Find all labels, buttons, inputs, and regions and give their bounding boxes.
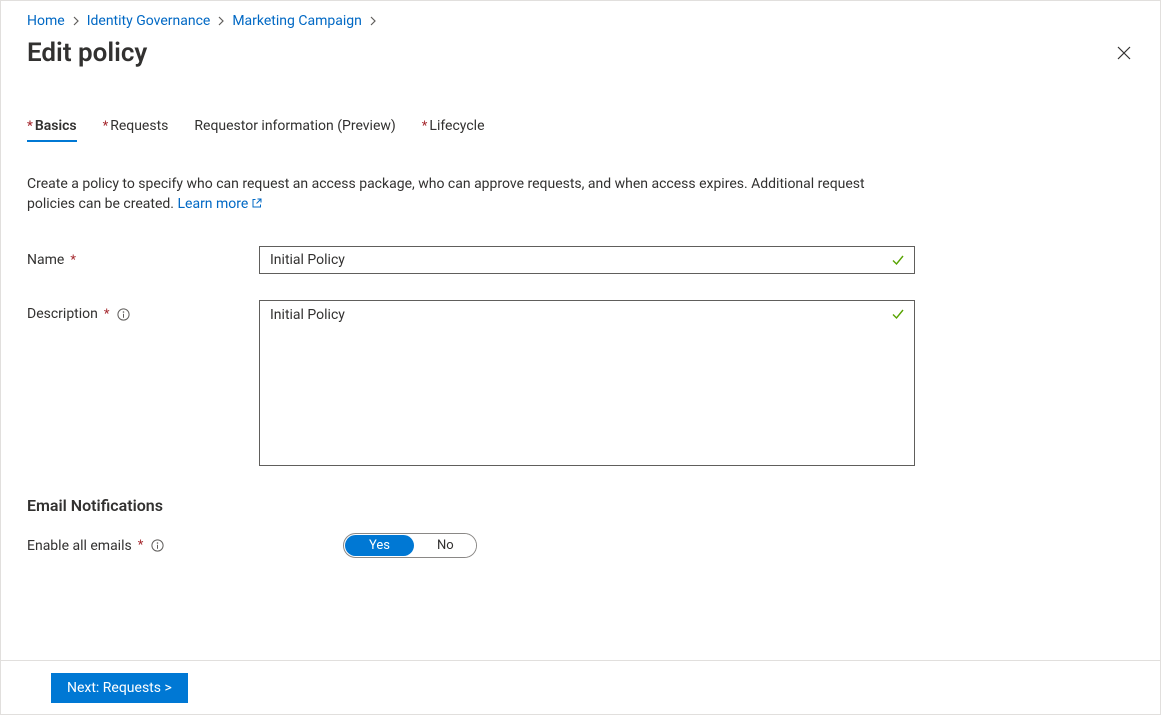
tab-label: Requestor information (Preview) [194, 118, 395, 134]
required-star-icon: * [70, 253, 76, 268]
next-requests-button[interactable]: Next: Requests > [51, 673, 188, 703]
description-label: Description [27, 306, 98, 322]
enable-all-emails-label: Enable all emails [27, 538, 132, 554]
required-star-icon: * [138, 538, 144, 553]
name-input[interactable] [259, 246, 915, 274]
intro-text-content: Create a policy to specify who can reque… [27, 176, 865, 212]
description-input[interactable]: Initial Policy [259, 300, 915, 466]
page-title: Edit policy [27, 38, 147, 68]
tab-bar: *Basics *Requests Requestor information … [1, 70, 1160, 142]
breadcrumb-item-home[interactable]: Home [27, 13, 65, 29]
tab-label: Lifecycle [429, 118, 484, 134]
breadcrumb-item-identity-governance[interactable]: Identity Governance [87, 13, 211, 29]
tab-label: Basics [35, 118, 77, 134]
tab-requestor-information[interactable]: Requestor information (Preview) [194, 118, 395, 142]
info-icon[interactable] [117, 308, 130, 321]
info-icon[interactable] [151, 539, 164, 552]
required-star-icon: * [422, 119, 428, 134]
footer-bar: Next: Requests > [1, 660, 1160, 714]
required-star-icon: * [104, 307, 110, 322]
tab-lifecycle[interactable]: *Lifecycle [422, 118, 485, 142]
chevron-right-icon [216, 16, 226, 26]
tab-label: Requests [110, 118, 168, 134]
close-button[interactable] [1110, 39, 1138, 70]
required-star-icon: * [103, 119, 109, 134]
tab-requests[interactable]: *Requests [103, 118, 169, 142]
valid-check-icon [891, 253, 905, 271]
valid-check-icon [891, 307, 905, 325]
toggle-option-no[interactable]: No [415, 534, 476, 557]
name-label: Name [27, 252, 64, 268]
learn-more-label: Learn more [177, 196, 248, 212]
chevron-right-icon [71, 16, 81, 26]
learn-more-link[interactable]: Learn more [177, 196, 263, 212]
intro-text: Create a policy to specify who can reque… [1, 156, 941, 214]
close-icon [1116, 45, 1132, 64]
chevron-right-icon [368, 16, 378, 26]
enable-emails-toggle[interactable]: Yes No [343, 533, 477, 558]
breadcrumb: Home Identity Governance Marketing Campa… [1, 1, 1160, 33]
external-link-icon [251, 197, 263, 209]
basics-form: Name * Description * Initial Policy [1, 228, 1160, 558]
toggle-option-yes[interactable]: Yes [345, 535, 414, 556]
tab-basics[interactable]: *Basics [27, 118, 77, 142]
email-notifications-heading: Email Notifications [27, 496, 1134, 515]
breadcrumb-item-marketing-campaign[interactable]: Marketing Campaign [232, 13, 362, 29]
edit-policy-panel: Home Identity Governance Marketing Campa… [0, 0, 1161, 715]
required-star-icon: * [27, 119, 33, 134]
